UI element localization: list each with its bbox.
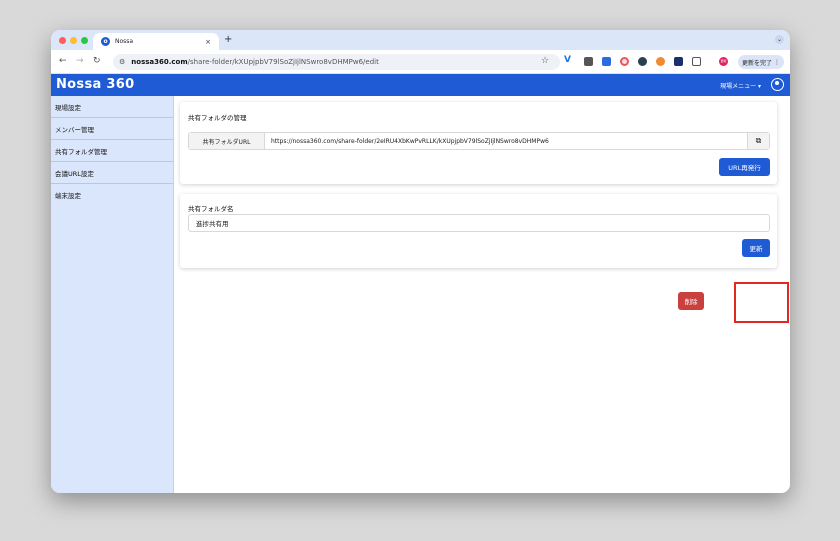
new-tab-button[interactable]: +: [224, 34, 232, 45]
user-account-icon[interactable]: [771, 78, 784, 91]
tab-bar: o Nossa × + ⌄: [51, 30, 790, 50]
nossa-logo[interactable]: Nossa 360: [56, 77, 134, 92]
url-domain: nossa360.com: [131, 58, 188, 66]
reload-icon[interactable]: ↻: [93, 56, 101, 66]
delete-highlight-box: [734, 282, 789, 323]
extension-navy-icon[interactable]: [674, 57, 683, 66]
update-browser-button[interactable]: 更新を完了 ⋮: [738, 55, 784, 69]
nossa-favicon-icon: o: [101, 37, 110, 46]
extension-qr-icon[interactable]: [584, 57, 593, 66]
extension-v-icon[interactable]: V: [564, 55, 573, 65]
profile-badge-icon[interactable]: 更新: [719, 57, 728, 66]
close-window-button[interactable]: [59, 37, 66, 44]
url-input[interactable]: ⚙ nossa360.com /share-folder/kXUpjpbV79l…: [113, 54, 560, 70]
url-path: /share-folder/kXUpjpbV79lSoZjIjlNSwro8vD…: [187, 58, 379, 66]
bookmark-star-icon[interactable]: ☆: [541, 56, 549, 66]
site-settings-icon[interactable]: ⚙: [119, 58, 125, 66]
tab-title: Nossa: [115, 38, 134, 45]
address-bar: ← → ↻ ⚙ nossa360.com /share-folder/kXUpj…: [51, 50, 790, 74]
extensions-puzzle-icon[interactable]: [692, 57, 701, 66]
minimize-window-button[interactable]: [70, 37, 77, 44]
browser-tab[interactable]: o Nossa ×: [93, 33, 219, 50]
maximize-window-button[interactable]: [81, 37, 88, 44]
extension-blue-icon[interactable]: [602, 57, 611, 66]
tab-search-chevron-icon[interactable]: ⌄: [775, 35, 784, 44]
extension-dark-icon[interactable]: [638, 57, 647, 66]
close-tab-icon[interactable]: ×: [205, 38, 211, 46]
browser-window: o Nossa × + ⌄ ← → ↻ ⚙ nossa360.com /shar…: [51, 30, 790, 493]
back-arrow-icon[interactable]: ←: [59, 56, 67, 66]
extension-record-icon[interactable]: [620, 57, 629, 66]
update-browser-label: 更新を完了: [742, 59, 773, 67]
app-header: Nossa 360 現場メニュー ▾: [51, 74, 790, 96]
site-menu-dropdown[interactable]: 現場メニュー ▾: [720, 81, 761, 90]
extension-orange-icon[interactable]: [656, 57, 665, 66]
forward-arrow-icon[interactable]: →: [76, 56, 84, 66]
